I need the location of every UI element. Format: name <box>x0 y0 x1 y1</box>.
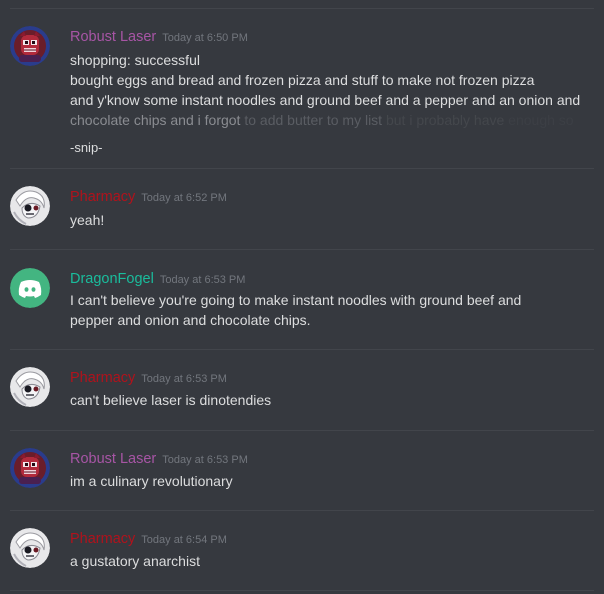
message-divider <box>10 590 594 591</box>
message-content: im a culinary revolutionary <box>70 471 590 491</box>
message-content: a gustatory anarchist <box>70 551 590 571</box>
red-robot-avatar-icon[interactable] <box>10 26 50 66</box>
author-name[interactable]: DragonFogel <box>70 271 154 287</box>
faded-text-segment: enough so <box>504 112 574 128</box>
timestamp: Today at 6:52 PM <box>141 192 227 204</box>
message-text: pepper and onion and chocolate chips. <box>70 312 311 328</box>
message-text: shopping: successful <box>70 52 200 68</box>
message-header: Pharmacy Today at 6:53 PM <box>70 369 227 387</box>
white-character-avatar-icon[interactable] <box>10 528 50 568</box>
message-divider <box>10 349 594 350</box>
message-header: Robust Laser Today at 6:53 PM <box>70 450 248 468</box>
message-text: yeah! <box>70 212 105 228</box>
faded-text-segment: to add butter to my list <box>240 112 383 128</box>
faded-message-text: chocolate chips and i forgot to add butt… <box>70 110 590 130</box>
red-robot-avatar-icon[interactable] <box>10 448 50 488</box>
message-text: I can't believe you're going to make ins… <box>70 292 522 308</box>
faded-text-segment: but i probably have <box>382 112 505 128</box>
white-character-avatar-icon[interactable] <box>10 367 50 407</box>
message-text: can't believe laser is dinotendies <box>70 392 272 408</box>
message-header: DragonFogel Today at 6:53 PM <box>70 270 245 288</box>
author-name[interactable]: Pharmacy <box>70 370 135 386</box>
timestamp: Today at 6:54 PM <box>141 534 227 546</box>
message-divider <box>10 8 594 9</box>
message-text: im a culinary revolutionary <box>70 473 233 489</box>
timestamp: Today at 6:53 PM <box>162 454 248 466</box>
author-name[interactable]: Robust Laser <box>70 451 156 467</box>
message-header: Pharmacy Today at 6:54 PM <box>70 530 227 548</box>
message-header: Pharmacy Today at 6:52 PM <box>70 188 227 206</box>
message-header: Robust Laser Today at 6:50 PM <box>70 28 248 46</box>
timestamp: Today at 6:53 PM <box>141 373 227 385</box>
discord-logo-icon[interactable] <box>10 268 50 308</box>
author-name[interactable]: Pharmacy <box>70 531 135 547</box>
message-content: can't believe laser is dinotendies <box>70 390 590 410</box>
message-content: shopping: successful bought eggs and bre… <box>70 50 590 158</box>
message-content: yeah! <box>70 210 590 230</box>
snip-marker: -snip- <box>70 140 103 155</box>
message-divider <box>10 430 594 431</box>
chat-log: Robust Laser Today at 6:50 PM shopping: s… <box>0 0 604 594</box>
message-divider <box>10 510 594 511</box>
message-text: and y'know some instant noodles and grou… <box>70 92 581 108</box>
message-content: I can't believe you're going to make ins… <box>70 290 590 330</box>
white-character-avatar-icon[interactable] <box>10 186 50 226</box>
author-name[interactable]: Pharmacy <box>70 189 135 205</box>
author-name[interactable]: Robust Laser <box>70 29 156 45</box>
faded-text-segment: chocolate chips and i forgot <box>70 112 241 128</box>
timestamp: Today at 6:53 PM <box>159 274 246 286</box>
timestamp: Today at 6:50 PM <box>162 32 248 44</box>
message-text: a gustatory anarchist <box>70 553 200 569</box>
message-divider <box>10 249 594 250</box>
message-divider <box>10 168 594 169</box>
message-text: bought eggs and bread and frozen pizza a… <box>70 72 535 88</box>
